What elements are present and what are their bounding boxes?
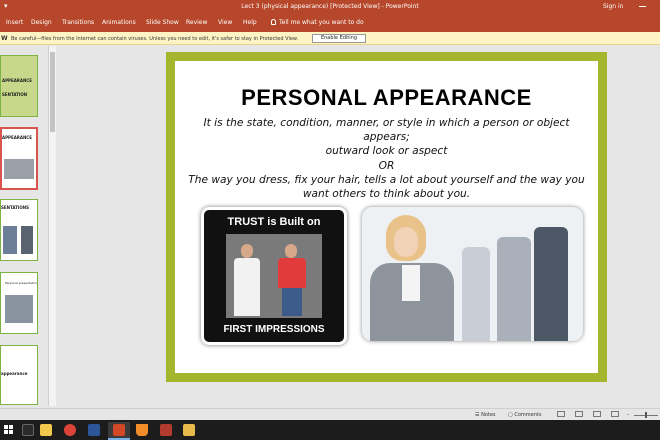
document-title: Lect 3 (physical appearance) [Protected … [241,3,419,10]
tab-design[interactable]: Design [31,19,52,26]
sign-in-link[interactable]: Sign in [603,3,623,10]
body-line: It is the state, condition, manner, or s… [203,117,570,144]
body-line: outward look or aspect [325,145,448,158]
protected-view-bar: W Be careful—files from the Internet can… [0,32,660,45]
tab-help[interactable]: Help [243,19,257,26]
thumbnail-text: APPEARANCE [2,78,32,83]
thumbnail-text: Personal presentation [5,281,38,285]
slide-thumbnail-2[interactable]: APPEARANCE [0,127,38,190]
slide-content: PERSONAL APPEARANCE It is the state, con… [175,61,598,373]
comments-button[interactable]: ▢ Comments [508,412,541,418]
slide-body-text: It is the state, condition, manner, or s… [185,116,588,201]
normal-view-icon[interactable] [557,411,565,417]
protected-view-message: Be careful—files from the Internet can c… [11,36,299,42]
thumbnail-image [3,226,17,254]
enable-editing-button[interactable]: Enable Editing [312,34,366,43]
image-caption-top: TRUST is Built on [227,216,321,228]
trust-first-impressions-image: TRUST is Built on FIRST IMPRESSIONS [201,207,347,345]
casual-man-figure [278,244,306,316]
tab-slide-show[interactable]: Slide Show [146,19,179,26]
zoom-out-icon[interactable]: – [627,412,630,418]
task-view-icon[interactable] [22,424,34,436]
status-bar: ☰ Notes ▢ Comments – [0,408,660,420]
chrome-icon[interactable] [64,424,76,436]
body-line: The way you dress, fix your hair, tells … [188,173,585,186]
minimize-button[interactable] [636,1,650,11]
notes-button[interactable]: ☰ Notes [475,412,496,418]
woman-shirt [402,265,420,301]
thumbnail-text: SENTATION [2,92,28,97]
app-icon[interactable] [183,424,195,436]
tell-me-search[interactable]: Tell me what you want to do [271,19,364,26]
thumbnails-scrollbar[interactable] [48,46,56,406]
thumbnail-image [4,159,34,179]
thumbnail-text: SENTATIONS [1,205,30,210]
title-bar: ▾ Lect 3 (physical appearance) [Protecte… [0,0,660,14]
powerpoint-icon [113,424,125,436]
slide-thumbnail-4[interactable]: Personal presentation [0,272,38,334]
tab-transitions[interactable]: Transitions [62,19,94,26]
image-caption-bottom: FIRST IMPRESSIONS [223,324,325,335]
slide-thumbnail-1[interactable]: APPEARANCE SENTATION [0,55,38,117]
notes-label: Notes [481,412,496,418]
shield-icon: W [1,35,8,42]
comments-label: Comments [514,412,542,418]
slide-sorter-icon[interactable] [575,411,583,417]
thumbnail-text: appearance [1,371,28,376]
app-icon[interactable] [160,424,172,436]
scrollbar-thumb[interactable] [50,52,55,132]
doctor-figure [234,244,260,316]
slide-title: PERSONAL APPEARANCE [241,85,532,110]
tab-animations[interactable]: Animations [102,19,136,26]
business-people-image [362,207,583,341]
woman-face [394,227,418,257]
zoom-slider-handle[interactable] [645,412,647,418]
thumbnail-text: APPEARANCE [2,135,32,140]
word-icon[interactable] [88,424,100,436]
background-person [534,227,568,341]
body-line: OR [378,159,395,172]
windows-taskbar [0,420,660,440]
file-explorer-icon[interactable] [40,424,52,436]
tell-me-text: Tell me what you want to do [279,19,364,26]
slide-show-icon[interactable] [611,411,619,417]
thumbnail-image [5,295,33,323]
vlc-icon[interactable] [136,424,148,436]
windows-start-icon[interactable] [4,425,14,435]
tab-review[interactable]: Review [186,19,207,26]
background-person [462,247,490,341]
background-person [497,237,531,341]
thumbnail-image [21,226,33,254]
reading-view-icon[interactable] [593,411,601,417]
current-slide[interactable]: PERSONAL APPEARANCE It is the state, con… [166,52,607,382]
body-line: want others to think about you. [302,188,471,201]
lightbulb-icon [271,19,276,25]
tab-view[interactable]: View [218,19,232,26]
slide-thumbnail-3[interactable]: SENTATIONS [0,199,38,261]
tab-insert[interactable]: Insert [6,19,23,26]
slide-thumbnail-5[interactable]: appearance [0,345,38,405]
ribbon-tabs: Insert Design Transitions Animations Sli… [0,14,660,32]
